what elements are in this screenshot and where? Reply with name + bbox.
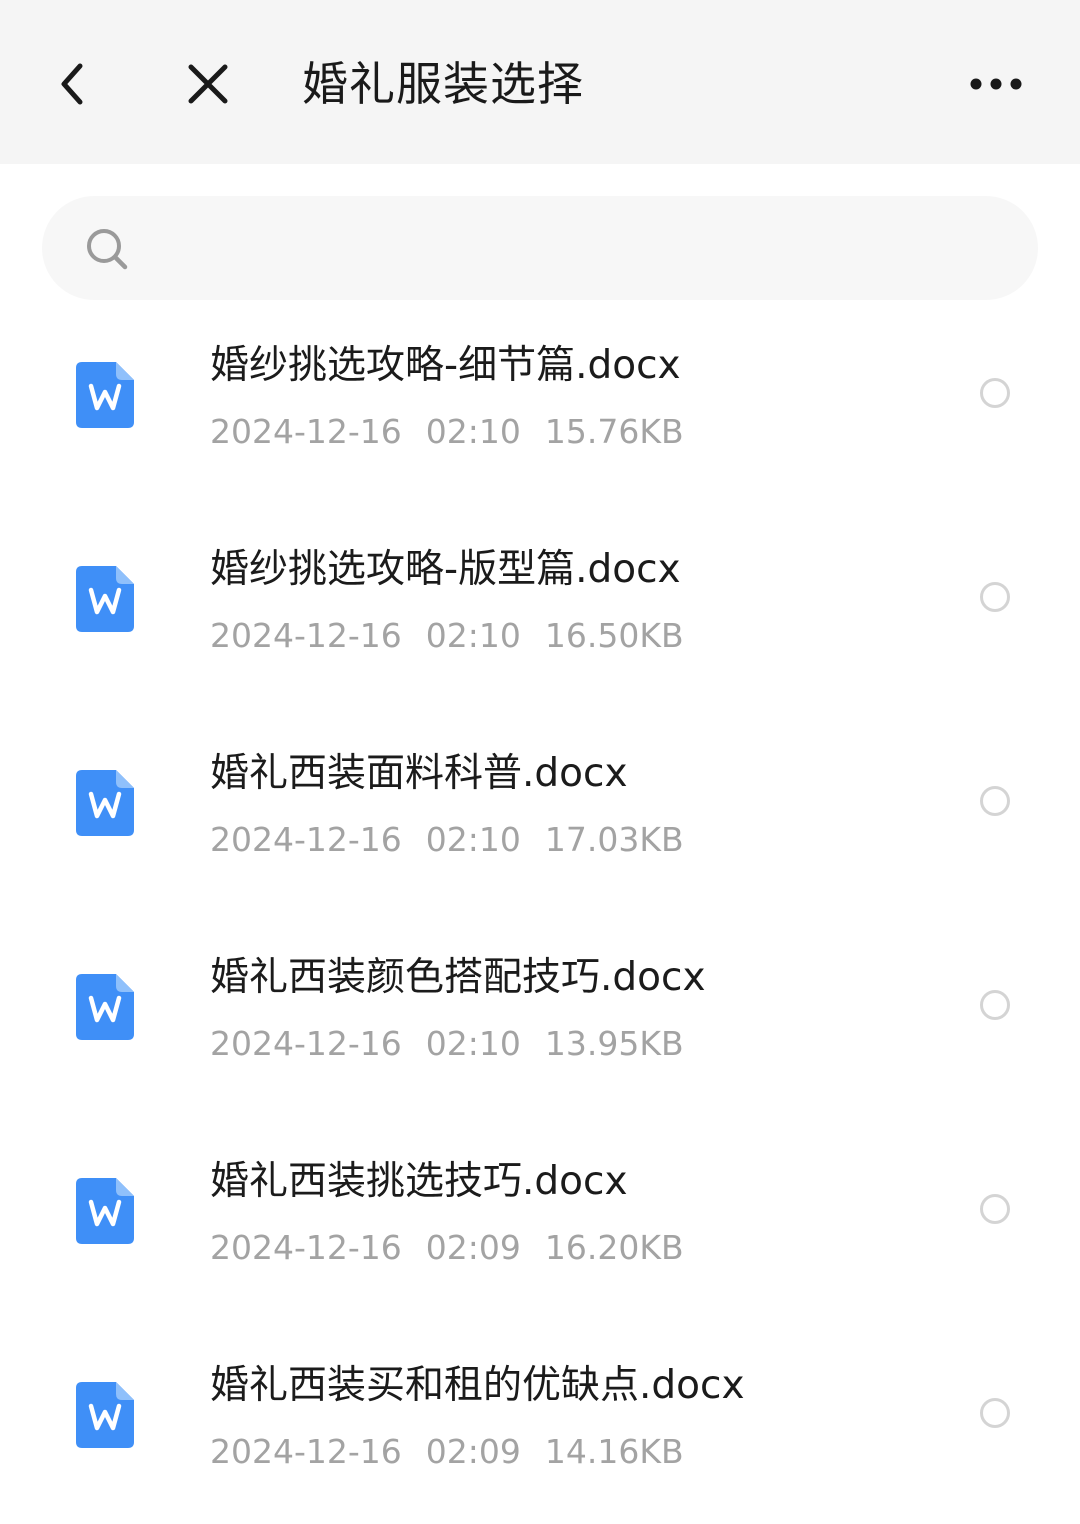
file-date: 2024-12-16 <box>210 1024 402 1063</box>
file-name: 婚纱挑选攻略-版型篇.docx <box>210 547 681 592</box>
file-size: 14.16KB <box>544 1432 684 1471</box>
file-time: 02:10 <box>425 1024 521 1063</box>
file-list-item[interactable]: 婚礼西装面料科普.docx 2024-12-16 02:10 17.03KB <box>0 708 1080 912</box>
file-name: 婚礼西装挑选技巧.docx <box>210 1159 628 1204</box>
file-name: 婚礼西装颜色搭配技巧.docx <box>210 955 706 1000</box>
word-document-icon <box>76 362 134 428</box>
file-date: 2024-12-16 <box>210 820 402 859</box>
search-input[interactable] <box>150 216 1014 282</box>
select-radio[interactable] <box>980 378 1010 408</box>
file-list-item[interactable]: 婚纱挑选攻略-版型篇.docx 2024-12-16 02:10 16.50KB <box>0 504 1080 708</box>
select-radio[interactable] <box>980 786 1010 816</box>
file-date: 2024-12-16 <box>210 1432 402 1471</box>
file-date: 2024-12-16 <box>210 1228 402 1267</box>
file-time: 02:10 <box>425 820 521 859</box>
select-radio[interactable] <box>980 582 1010 612</box>
file-time: 02:10 <box>425 616 521 655</box>
file-list-item[interactable]: 婚纱挑选攻略-细节篇.docx 2024-12-16 02:10 15.76KB <box>0 300 1080 504</box>
file-list-item[interactable]: 婚礼西装挑选技巧.docx 2024-12-16 02:09 16.20KB <box>0 1116 1080 1320</box>
file-size: 16.20KB <box>544 1228 684 1267</box>
top-bar: 婚礼服装选择 <box>0 0 1080 164</box>
page-title: 婚礼服装选择 <box>302 57 584 111</box>
file-meta: 2024-12-16 02:10 13.95KB <box>210 1020 708 1068</box>
select-radio[interactable] <box>980 1398 1010 1428</box>
file-list-item[interactable]: 婚礼西装买和租的优缺点.docx 2024-12-16 02:09 14.16KB <box>0 1320 1080 1524</box>
file-time: 02:09 <box>425 1432 521 1471</box>
word-document-icon <box>76 1178 134 1244</box>
file-date: 2024-12-16 <box>210 616 402 655</box>
word-document-icon <box>76 566 134 632</box>
close-icon <box>188 64 228 104</box>
file-meta: 2024-12-16 02:10 16.50KB <box>210 612 708 660</box>
word-document-icon <box>76 974 134 1040</box>
file-size: 13.95KB <box>544 1024 684 1063</box>
word-document-icon <box>76 1382 134 1448</box>
file-meta: 2024-12-16 02:10 17.03KB <box>210 816 708 864</box>
file-meta: 2024-12-16 02:09 16.20KB <box>210 1224 708 1272</box>
file-size: 15.76KB <box>544 412 684 451</box>
select-radio[interactable] <box>980 1194 1010 1224</box>
word-document-icon <box>76 770 134 836</box>
file-size: 17.03KB <box>544 820 684 859</box>
file-list-item[interactable]: 婚礼西装颜色搭配技巧.docx 2024-12-16 02:10 13.95KB <box>0 912 1080 1116</box>
file-list: 婚纱挑选攻略-细节篇.docx 2024-12-16 02:10 15.76KB 婚… <box>0 300 1080 1524</box>
select-radio[interactable] <box>980 990 1010 1020</box>
back-button[interactable] <box>40 44 104 124</box>
file-size: 16.50KB <box>544 616 684 655</box>
file-name: 婚纱挑选攻略-细节篇.docx <box>210 343 681 388</box>
close-button[interactable] <box>176 44 240 124</box>
file-time: 02:09 <box>425 1228 521 1267</box>
file-name: 婚礼西装买和租的优缺点.docx <box>210 1363 745 1408</box>
file-meta: 2024-12-16 02:10 15.76KB <box>210 408 708 456</box>
file-name: 婚礼西装面料科普.docx <box>210 751 628 796</box>
search-icon <box>87 229 128 270</box>
file-date: 2024-12-16 <box>210 412 402 451</box>
file-time: 02:10 <box>425 412 521 451</box>
more-horizontal-icon <box>970 78 1022 90</box>
chevron-left-icon <box>61 63 83 105</box>
file-meta: 2024-12-16 02:09 14.16KB <box>210 1428 708 1476</box>
more-options-button[interactable] <box>956 44 1036 124</box>
